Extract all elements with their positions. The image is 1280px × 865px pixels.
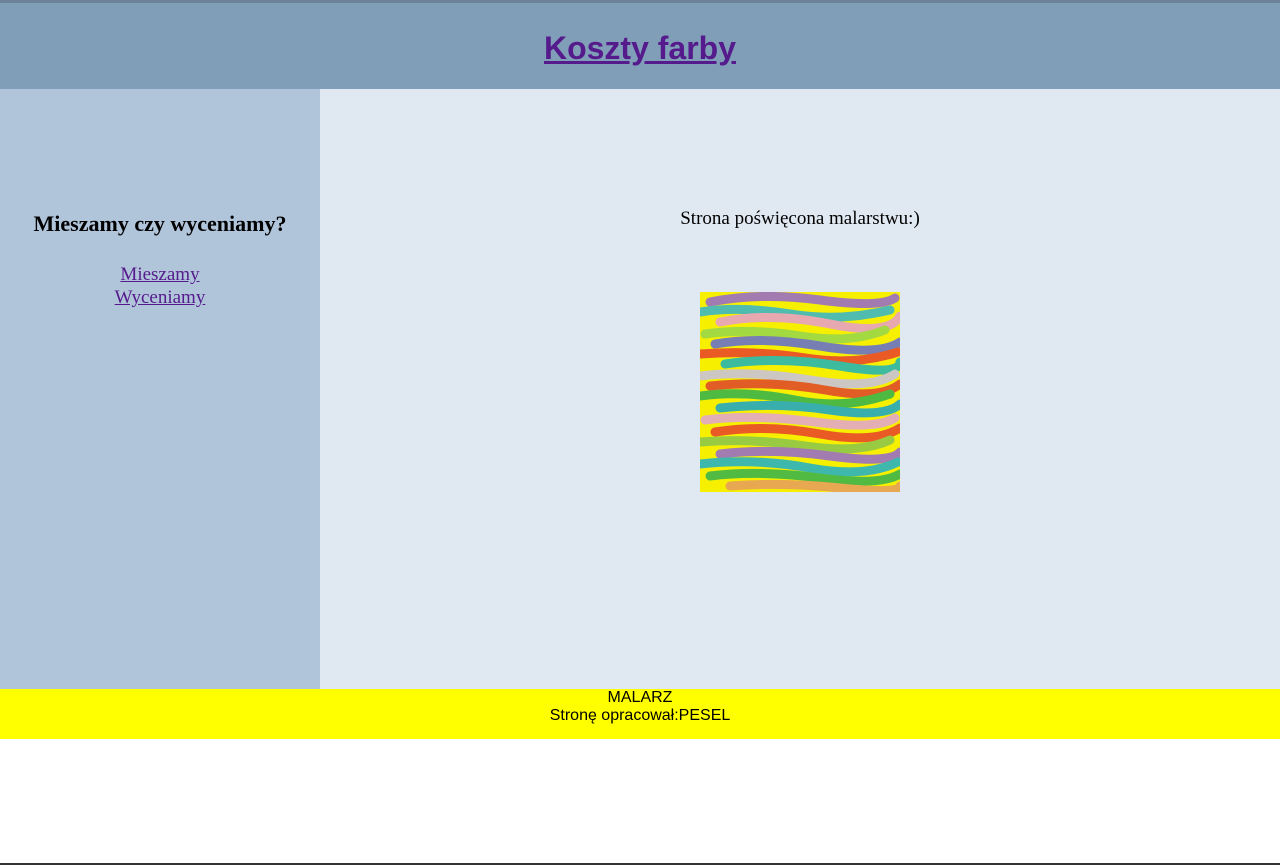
main-content: Strona poświęcona malarstwu:) xyxy=(320,89,1280,689)
page-footer: MALARZ Stronę opracował:PESEL xyxy=(0,689,1280,739)
abstract-painting-image xyxy=(700,292,900,492)
main-description: Strona poświęcona malarstwu:) xyxy=(680,208,920,229)
footer-line-1: MALARZ xyxy=(607,689,673,706)
page-title-link[interactable]: Koszty farby xyxy=(544,30,736,67)
sidebar: Mieszamy czy wyceniamy? Mieszamy Wycenia… xyxy=(0,89,320,689)
sidebar-link-wyceniamy[interactable]: Wyceniamy xyxy=(115,287,206,308)
page-header: Koszty farby xyxy=(0,0,1280,89)
sidebar-heading: Mieszamy czy wyceniamy? xyxy=(33,211,287,236)
sidebar-link-mieszamy[interactable]: Mieszamy xyxy=(120,264,199,285)
footer-line-2: Stronę opracował:PESEL xyxy=(549,707,731,724)
sidebar-links: Mieszamy Wyceniamy xyxy=(0,263,320,309)
